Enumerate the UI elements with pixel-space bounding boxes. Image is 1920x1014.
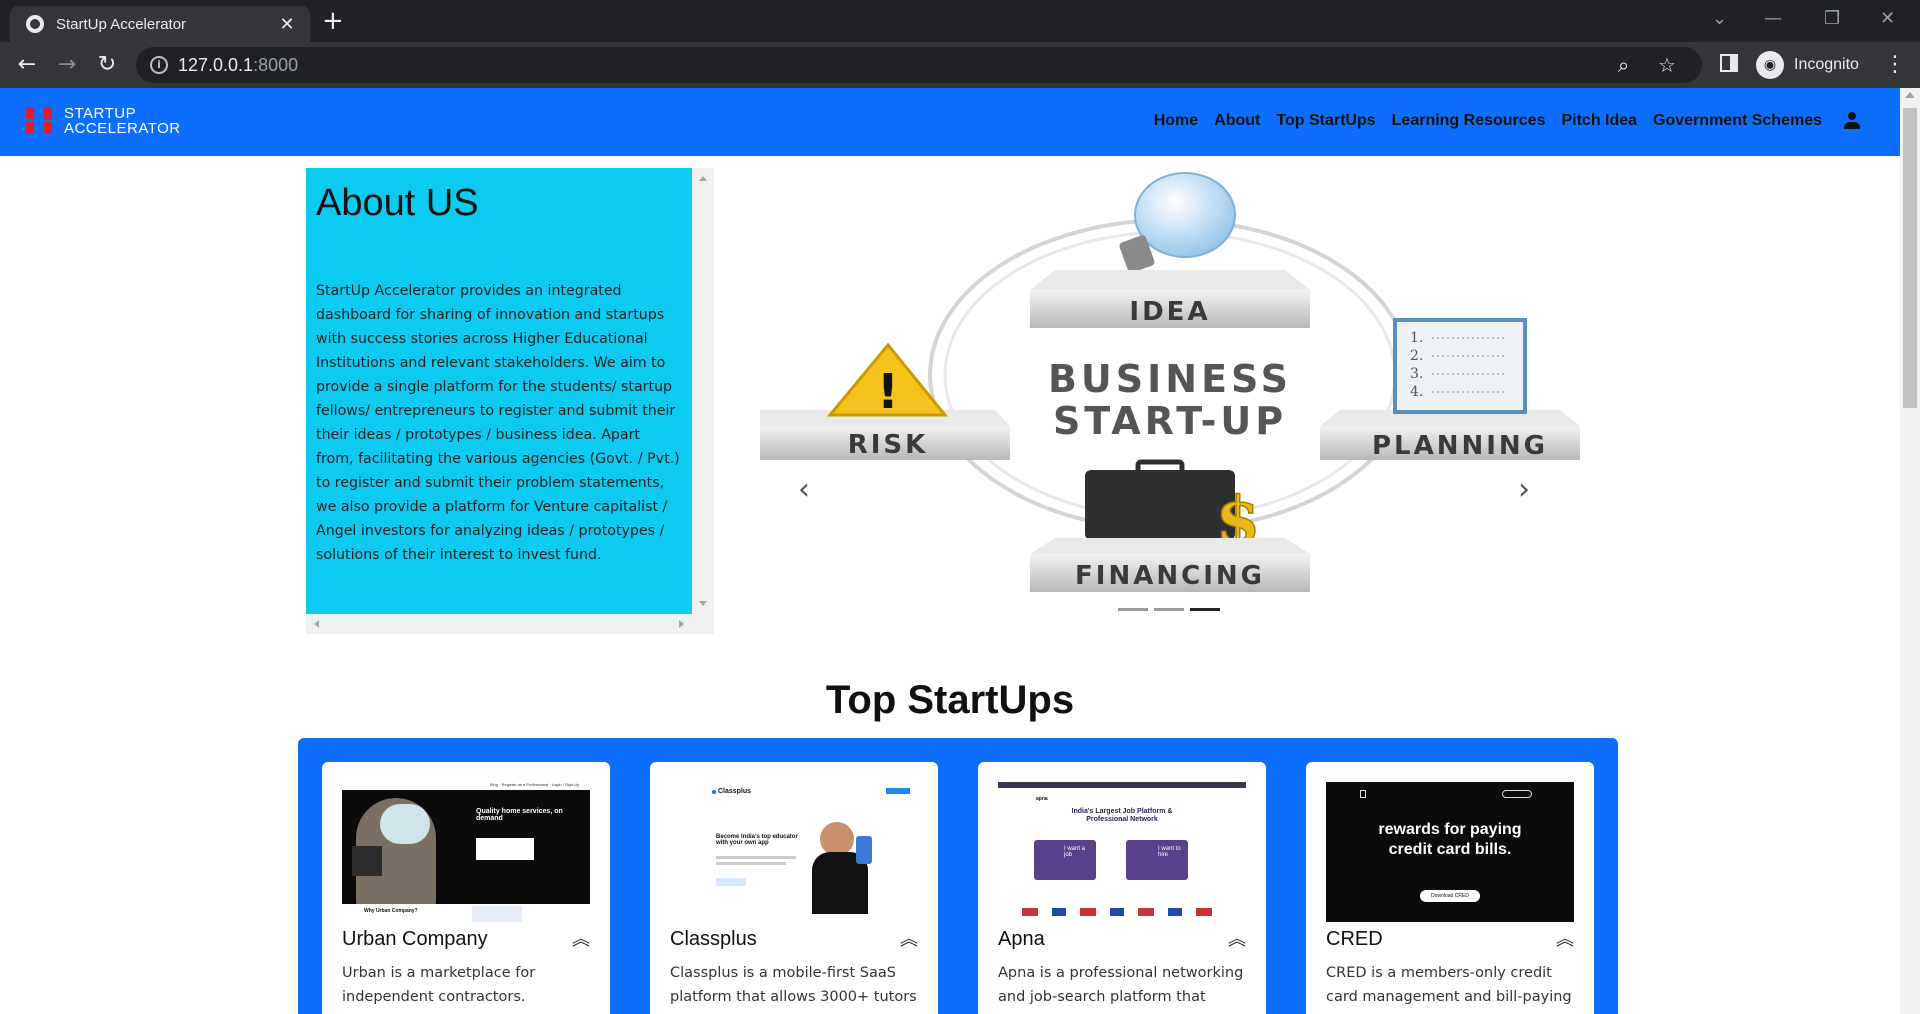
startup-card-classplus[interactable]: Classplus Become India's top educator wi…	[650, 762, 938, 1014]
about-section: About US StartUp Accelerator provides an…	[306, 168, 714, 634]
cred-preview: rewards for paying credit card bills. Do…	[1326, 782, 1574, 922]
about-vertical-scrollbar[interactable]	[692, 168, 714, 614]
center-line2: START-UP	[1053, 399, 1287, 443]
card-description: Urban is a marketplace for independent c…	[342, 965, 536, 1005]
page-scrollbar[interactable]	[1900, 88, 1920, 1014]
site-info-icon[interactable]: i	[150, 56, 168, 74]
incognito-profile[interactable]: ◉ Incognito	[1756, 50, 1859, 80]
center-line1: BUSINESS	[1048, 357, 1292, 401]
carousel-indicator[interactable]	[1118, 608, 1148, 611]
card-description: CRED is a members-only credit card manag…	[1326, 965, 1572, 1005]
about-horizontal-scrollbar[interactable]	[306, 614, 692, 634]
nav-links: Home About Top StartUps Learning Resourc…	[1138, 112, 1860, 130]
carousel-prev-icon[interactable]: ‹	[798, 472, 810, 507]
incognito-icon: ◉	[1756, 51, 1784, 79]
carousel-indicator-active[interactable]	[1190, 608, 1220, 611]
reload-icon[interactable]: ↻	[92, 50, 122, 80]
card-title: Classplus	[670, 928, 757, 950]
browser-tab-bar: StartUp Accelerator ✕ + ⌄ — ❐ ✕	[0, 0, 1920, 42]
label-risk: RISK	[848, 430, 929, 460]
svg-text:4.: 4.	[1410, 384, 1423, 400]
lightbulb-icon	[1134, 172, 1236, 258]
forward-icon[interactable]: →	[52, 50, 82, 80]
nav-link-home[interactable]: Home	[1154, 112, 1198, 130]
startup-card-cred[interactable]: rewards for paying credit card bills. Do…	[1306, 762, 1594, 1014]
scroll-down-icon[interactable]	[699, 601, 707, 606]
classplus-preview: Classplus Become India's top educator wi…	[670, 782, 918, 922]
site-logo[interactable]: STARTUP ACCELERATOR	[26, 106, 181, 136]
financing-platform-top	[1030, 538, 1310, 554]
hero-carousel[interactable]: IDEA ! RISK 1. 2. 3. 4. PLANNING BUSINES…	[760, 170, 1580, 620]
nav-link-learning-resources[interactable]: Learning Resources	[1392, 112, 1546, 130]
url-text: 127.0.0.1:8000	[178, 55, 299, 75]
page-viewport: STARTUP ACCELERATOR Home About Top Start…	[0, 88, 1900, 1014]
bookmark-star-icon[interactable]: ☆	[1658, 53, 1676, 77]
urban-company-preview: Blog · Register as a Professional · Logi…	[342, 782, 590, 922]
zoom-icon[interactable]: ⌕	[1618, 53, 1629, 77]
svg-text:3.: 3.	[1410, 366, 1423, 382]
about-box: About US StartUp Accelerator provides an…	[306, 168, 692, 614]
about-title: About US	[316, 182, 479, 224]
tab-search-icon[interactable]: ⌄	[1712, 8, 1727, 29]
startup-cards-container: Blog · Register as a Professional · Logi…	[298, 738, 1618, 1014]
tab-title: StartUp Accelerator	[56, 15, 187, 33]
minimize-icon[interactable]: —	[1764, 8, 1782, 29]
carousel-next-icon[interactable]: ›	[1518, 472, 1530, 507]
site-navbar: STARTUP ACCELERATOR Home About Top Start…	[0, 88, 1900, 156]
user-icon[interactable]	[1844, 112, 1860, 130]
label-planning: PLANNING	[1372, 431, 1548, 461]
svg-text:1.: 1.	[1410, 330, 1423, 346]
incognito-label: Incognito	[1794, 56, 1859, 73]
card-description: Apna is a professional networking and jo…	[998, 965, 1244, 1005]
back-icon[interactable]: ←	[12, 50, 42, 80]
logo-mark-icon	[26, 107, 56, 135]
browser-toolbar: ← → ↻ i 127.0.0.1:8000 ⌕ ☆ ◉ Incognito ⋮	[0, 42, 1920, 88]
nav-link-government-schemes[interactable]: Government Schemes	[1653, 112, 1822, 130]
card-title: CRED	[1326, 928, 1383, 950]
restore-icon[interactable]: ❐	[1824, 8, 1840, 29]
nav-link-top-startups[interactable]: Top StartUps	[1276, 112, 1375, 130]
browser-tab[interactable]: StartUp Accelerator ✕	[10, 6, 310, 42]
label-idea: IDEA	[1129, 297, 1210, 327]
card-title: Apna	[998, 928, 1045, 950]
chevron-up-icon[interactable]: ︽	[1556, 930, 1574, 949]
idea-platform-top	[1030, 270, 1310, 290]
label-financing: FINANCING	[1075, 561, 1265, 591]
close-tab-icon[interactable]: ✕	[276, 14, 298, 35]
carousel-indicators	[1118, 608, 1226, 611]
nav-link-about[interactable]: About	[1214, 112, 1260, 130]
apna-preview: apna India's Largest Job Platform & Prof…	[998, 782, 1246, 922]
close-window-icon[interactable]: ✕	[1880, 8, 1895, 29]
svg-text:!: !	[877, 364, 899, 420]
nav-link-pitch-idea[interactable]: Pitch Idea	[1561, 112, 1637, 130]
globe-icon	[26, 15, 44, 33]
scroll-thumb[interactable]	[1903, 108, 1917, 408]
startup-card-urban-company[interactable]: Blog · Register as a Professional · Logi…	[322, 762, 610, 1014]
startup-card-apna[interactable]: apna India's Largest Job Platform & Prof…	[978, 762, 1266, 1014]
chevron-up-icon[interactable]: ︽	[900, 930, 918, 949]
menu-dots-icon[interactable]: ⋮	[1884, 50, 1906, 80]
scroll-up-icon[interactable]	[699, 176, 707, 181]
carousel-indicator[interactable]	[1154, 608, 1184, 611]
card-description: Classplus is a mobile-first SaaS platfor…	[670, 965, 917, 1005]
address-bar[interactable]: i 127.0.0.1:8000 ⌕ ☆	[136, 47, 1702, 83]
side-panel-icon[interactable]	[1720, 54, 1738, 72]
scroll-up-icon[interactable]	[1905, 92, 1915, 98]
svg-text:2.: 2.	[1410, 348, 1423, 364]
new-tab-icon[interactable]: +	[322, 8, 344, 34]
briefcase-icon	[1085, 470, 1235, 540]
about-text: StartUp Accelerator provides an integrat…	[316, 283, 680, 563]
logo-text: STARTUP ACCELERATOR	[64, 105, 181, 137]
chevron-up-icon[interactable]: ︽	[572, 930, 590, 949]
chevron-up-icon[interactable]: ︽	[1228, 930, 1246, 949]
scroll-left-icon[interactable]	[314, 620, 319, 628]
business-startup-illustration: IDEA ! RISK 1. 2. 3. 4. PLANNING BUSINES…	[760, 172, 1580, 592]
scroll-right-icon[interactable]	[679, 620, 684, 628]
top-startups-title: Top StartUps	[825, 678, 1075, 722]
card-title: Urban Company	[342, 928, 488, 950]
